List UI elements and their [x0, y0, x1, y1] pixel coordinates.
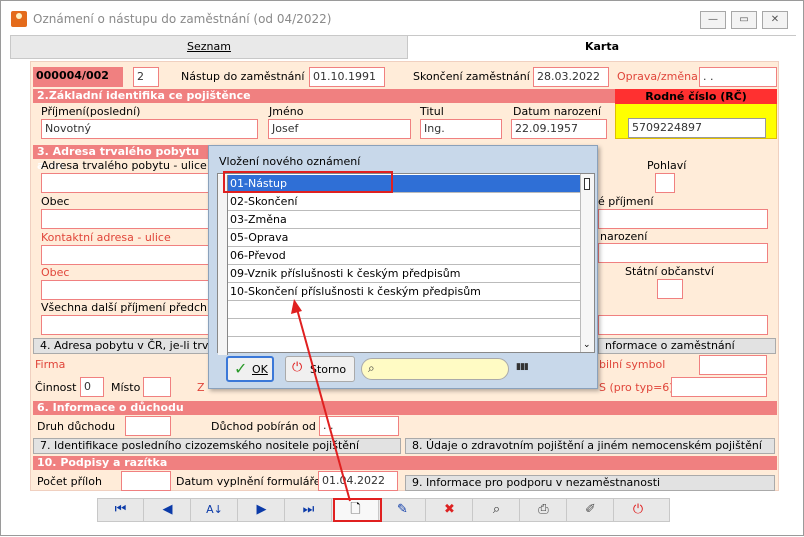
app-window: Oznámení o nástupu do zaměstnání (od 04/…: [0, 0, 804, 536]
annotation-arrow: [291, 299, 351, 502]
arrow-line: [296, 308, 351, 502]
arrow-head: [291, 299, 302, 314]
